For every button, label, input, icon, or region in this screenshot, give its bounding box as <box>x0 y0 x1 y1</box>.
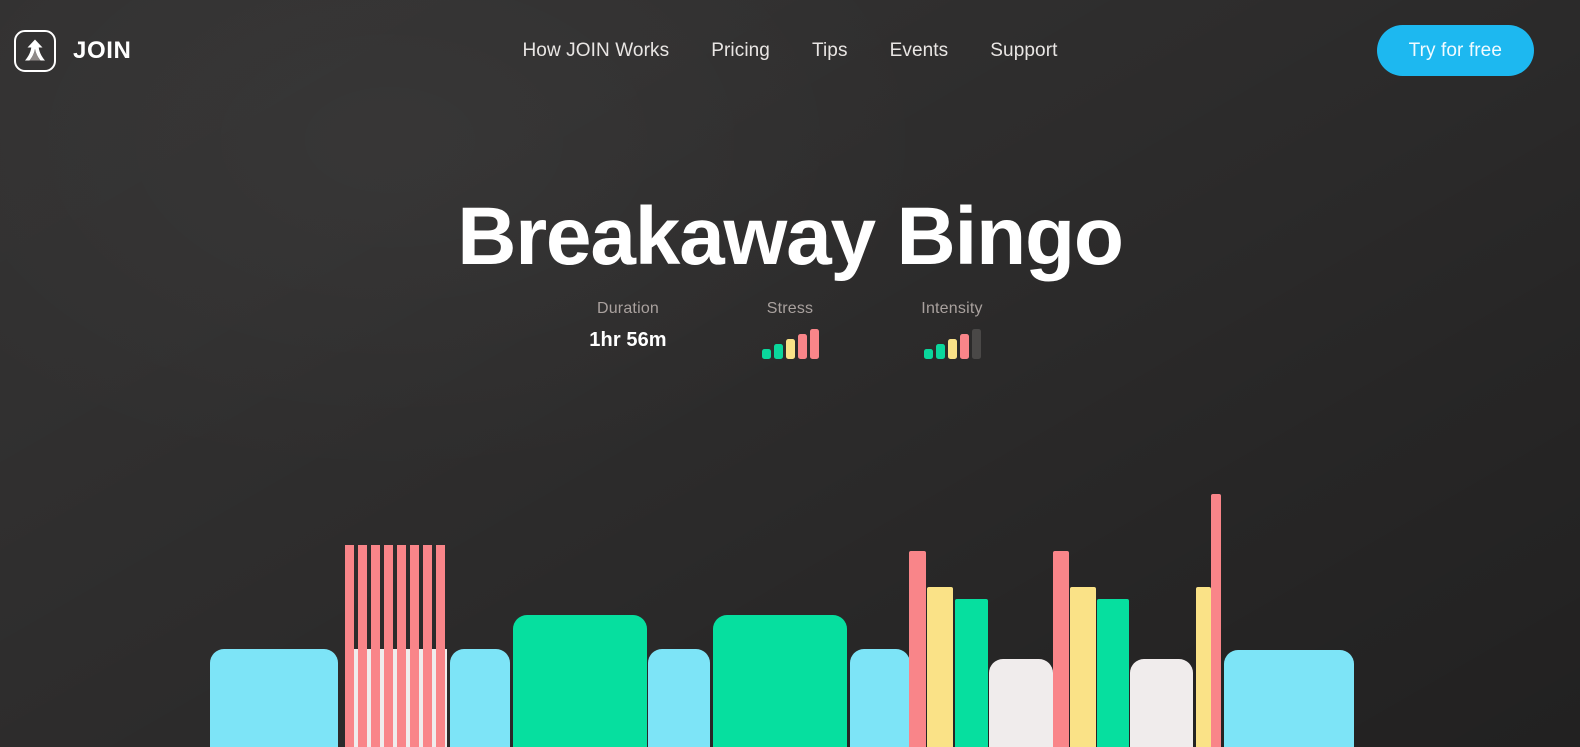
metric-value: 1hr 56m <box>589 329 667 351</box>
chart-bar <box>648 649 710 747</box>
interval-stripe <box>345 545 354 747</box>
metric-label: Duration <box>596 300 660 317</box>
nav-link-tips[interactable]: Tips <box>812 40 848 62</box>
interval-stripe-gap <box>445 649 447 747</box>
chart-bar <box>955 599 988 747</box>
nav-link-pricing[interactable]: Pricing <box>711 40 770 62</box>
brand-name: JOIN <box>73 36 132 64</box>
arrow-up-in-rounded-square-icon <box>14 29 56 72</box>
chart-bar <box>1097 599 1129 747</box>
chart-bar <box>1053 551 1069 747</box>
chart-bar <box>927 587 953 747</box>
workout-metrics: Duration 1hr 56m Stress Intensity <box>0 300 1580 359</box>
chart-bar <box>210 649 338 747</box>
gauge-bar <box>959 334 969 359</box>
metric-intensity: Intensity <box>871 300 1033 359</box>
gauge-bar <box>761 349 771 359</box>
metric-label: Stress <box>766 300 814 317</box>
page-root: JOIN How JOIN Works Pricing Tips Events Supp… <box>0 0 1580 747</box>
gauge-bar <box>809 329 819 359</box>
interval-stripe <box>384 545 393 747</box>
interval-stripe <box>397 545 406 747</box>
chart-bar <box>909 551 926 747</box>
nav-link-how-join-works[interactable]: How JOIN Works <box>522 40 669 62</box>
chart-bar <box>1070 587 1096 747</box>
gauge-bar <box>935 344 945 359</box>
workout-profile-chart <box>0 447 1580 747</box>
metric-duration: Duration 1hr 56m <box>547 300 709 352</box>
gauge-bar <box>923 349 933 359</box>
brand-logo[interactable]: JOIN <box>14 29 132 72</box>
interval-stripe <box>358 545 367 747</box>
chart-bar <box>1224 650 1354 747</box>
gauge-bar <box>797 334 807 359</box>
chart-bar <box>713 615 847 747</box>
gauge-bar <box>785 339 795 359</box>
chart-bar <box>1130 659 1193 747</box>
nav-link-events[interactable]: Events <box>890 40 949 62</box>
metric-stress: Stress <box>709 300 871 359</box>
gauge-bar <box>947 339 957 359</box>
interval-stripe <box>423 545 432 747</box>
metric-label: Intensity <box>921 300 983 317</box>
chart-bar-interval-set <box>345 545 447 747</box>
chart-bar <box>1211 494 1221 747</box>
interval-stripe <box>371 545 380 747</box>
chart-bar <box>450 649 510 747</box>
metric-gauge <box>709 329 871 359</box>
chart-bar <box>989 659 1053 747</box>
try-for-free-button[interactable]: Try for free <box>1376 25 1534 76</box>
primary-nav: How JOIN Works Pricing Tips Events Support <box>0 40 1580 62</box>
chart-bar <box>513 615 647 747</box>
metric-gauge <box>871 329 1033 359</box>
interval-stripe <box>410 545 419 747</box>
site-header: JOIN How JOIN Works Pricing Tips Events Supp… <box>0 0 1580 101</box>
gauge-bar <box>773 344 783 359</box>
chart-bar <box>1196 587 1211 747</box>
page-title: Breakaway Bingo <box>457 191 1124 282</box>
gauge-bar <box>971 329 981 359</box>
nav-link-support[interactable]: Support <box>990 40 1057 62</box>
interval-stripe <box>436 545 445 747</box>
chart-bar <box>850 649 910 747</box>
